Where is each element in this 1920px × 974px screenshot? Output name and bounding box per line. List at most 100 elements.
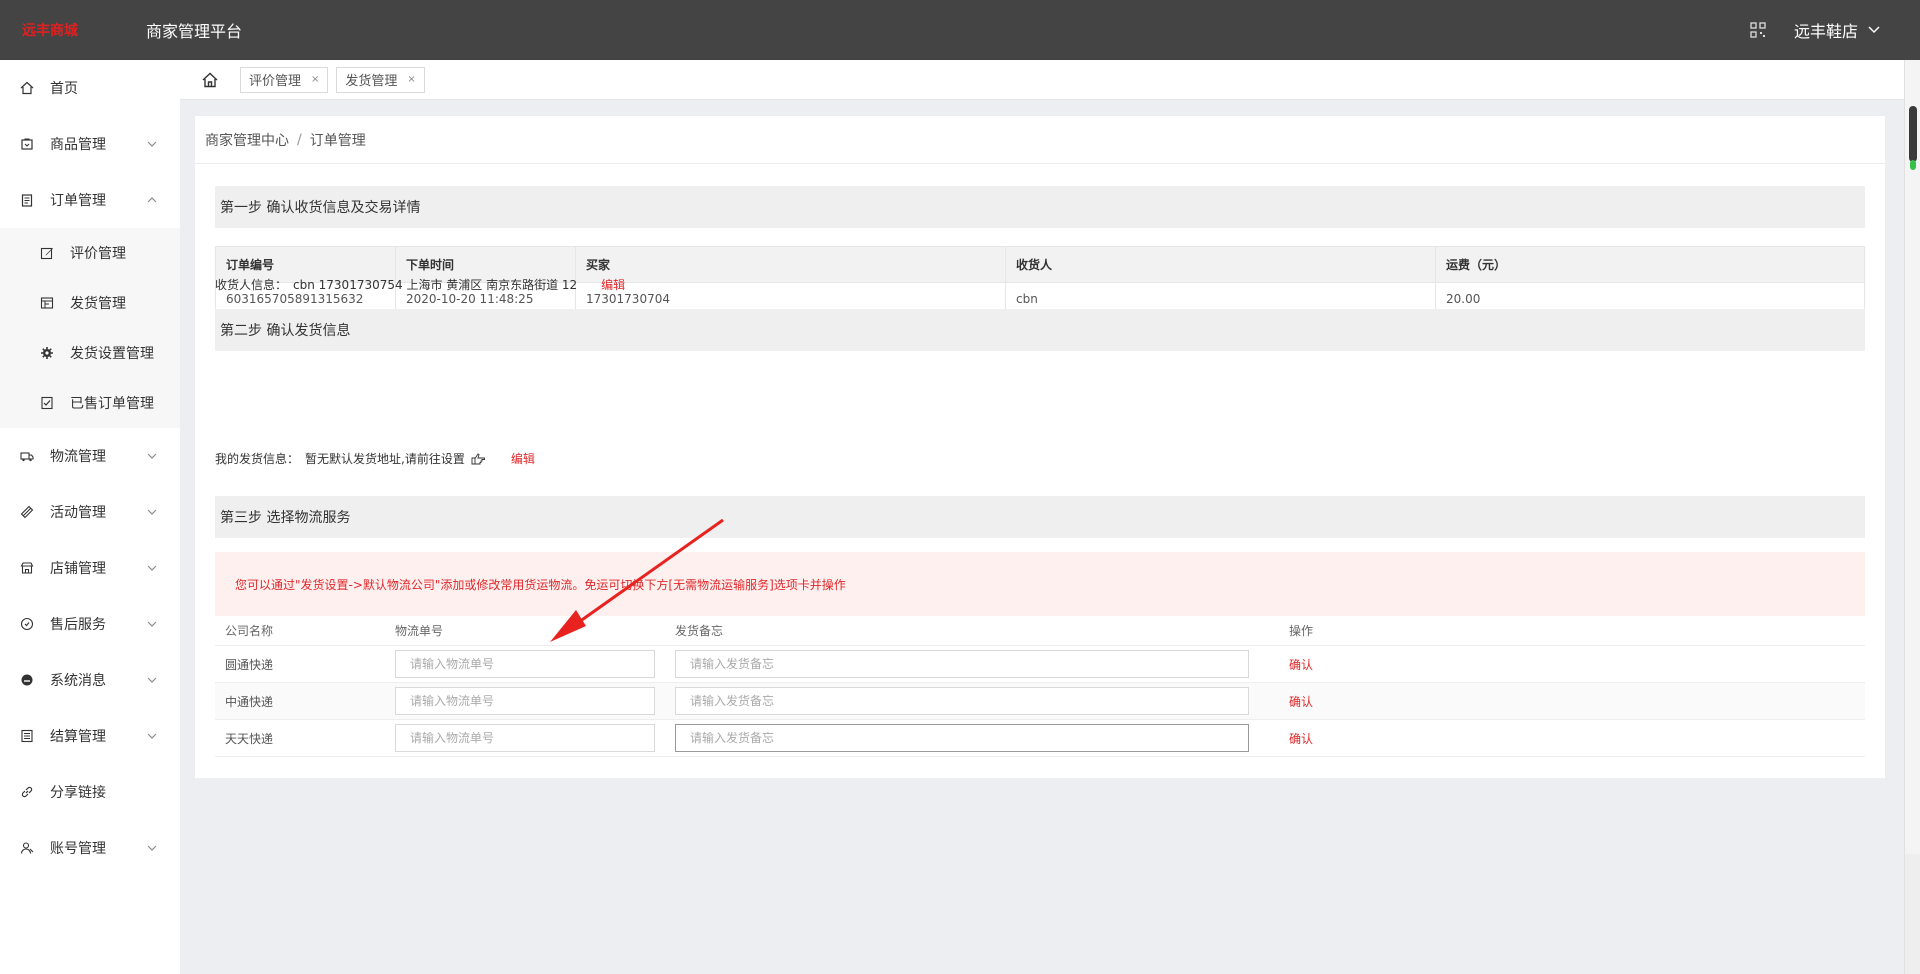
sidebar-item-label: 评价管理 [70, 246, 126, 262]
scrollbar-accent [1910, 160, 1916, 170]
link-icon [21, 786, 33, 798]
sidebar-item-share-link[interactable]: 分享链接 [0, 764, 180, 820]
sidebar-item-settlement[interactable]: 结算管理 [0, 708, 180, 764]
column-header: 公司名称 [225, 624, 274, 638]
logo-text: 远丰商城 [22, 23, 78, 39]
breadcrumb: 商家管理中心 / 订单管理 [195, 116, 1885, 164]
close-icon[interactable]: × [407, 74, 415, 85]
scrollbar-track-bottom [1905, 854, 1920, 974]
sidebar-item-label: 发货设置管理 [70, 346, 154, 362]
chevron-down-icon [147, 509, 157, 515]
sidebar-item-aftersale[interactable]: 售后服务 [0, 596, 180, 652]
sidebar-item-orders[interactable]: 订单管理 [0, 172, 180, 228]
pointing-hand-icon [471, 452, 485, 464]
logistics-notice: 您可以通过"发货设置->默认物流公司"添加或修改常用货运物流。免运可切换下方[无… [215, 552, 1865, 616]
chevron-down-icon [1868, 26, 1880, 34]
shipping-note-input[interactable] [675, 687, 1249, 715]
sidebar-item-label: 发货管理 [70, 296, 126, 312]
home-icon [20, 81, 34, 95]
sender-info-value: 暂无默认发货地址,请前往设置 [305, 452, 465, 466]
sidebar-item-ship-settings[interactable]: 发货设置管理 [0, 328, 180, 378]
sidebar-item-label: 首页 [50, 81, 78, 97]
close-icon[interactable]: × [311, 74, 319, 85]
tab-label: 评价管理 [249, 74, 302, 89]
sidebar-item-account[interactable]: 账号管理 [0, 820, 180, 876]
sidebar-item-sold-orders[interactable]: 已售订单管理 [0, 378, 180, 428]
sidebar-item-label: 订单管理 [50, 193, 106, 209]
confirm-button[interactable]: 确认 [1289, 695, 1313, 709]
sender-info: 我的发货信息： 暂无默认发货地址,请前往设置 编辑 [215, 450, 535, 467]
sidebar-item-label: 系统消息 [50, 673, 106, 689]
sidebar-item-shipping[interactable]: 发货管理 [0, 278, 180, 328]
edit-sender-link[interactable]: 编辑 [511, 450, 535, 467]
step2-title: 第二步 确认发货信息 [215, 309, 1865, 351]
sidebar-item-store[interactable]: 店铺管理 [0, 540, 180, 596]
shipping-note-input[interactable] [675, 724, 1249, 752]
order-icon [21, 194, 33, 207]
sidebar-item-label: 店铺管理 [50, 561, 106, 577]
column-header: 发货备忘 [675, 624, 724, 638]
confirm-button[interactable]: 确认 [1289, 732, 1313, 746]
tab-reviews[interactable]: 评价管理 × [240, 66, 329, 93]
sidebar-item-label: 商品管理 [50, 137, 106, 153]
sender-info-label: 我的发货信息： [215, 452, 300, 466]
sidebar-item-label: 物流管理 [50, 449, 106, 465]
tracking-number-input[interactable] [395, 650, 655, 678]
chevron-down-icon [147, 733, 157, 739]
page-scrollbar[interactable] [1904, 60, 1920, 974]
sidebar-item-goods[interactable]: 商品管理 [0, 116, 180, 172]
sidebar-item-label: 分享链接 [50, 785, 106, 801]
edit-receiver-link[interactable]: 编辑 [601, 276, 625, 293]
chevron-down-icon [147, 453, 157, 459]
chevron-down-icon [147, 845, 157, 851]
main-card: 商家管理中心 / 订单管理 第一步 确认收货信息及交易详情 订单编号 下单时间 … [195, 116, 1885, 778]
store-icon [20, 562, 34, 574]
sold-icon [41, 396, 53, 410]
chevron-down-icon [147, 621, 157, 627]
edit-icon [40, 247, 53, 260]
gear-icon [41, 347, 53, 359]
ship-icon [40, 297, 54, 309]
receiver-info-value: cbn 17301730754 上海市 黄浦区 南京东路街道 12 [293, 278, 578, 292]
table-row: 圆通快递 确认 [215, 646, 1865, 683]
logo[interactable]: 远丰商城 [22, 20, 130, 40]
chevron-up-icon [147, 197, 157, 203]
account-icon [20, 842, 34, 854]
column-header: 买家 [575, 246, 1006, 283]
shop-name: 远丰鞋店 [1793, 22, 1858, 41]
platform-title: 商家管理平台 [146, 22, 243, 41]
shop-menu[interactable]: 远丰鞋店 [1794, 18, 1880, 42]
tab-shipping[interactable]: 发货管理 × [336, 66, 425, 93]
tab-bar: 评价管理 × 发货管理 × [180, 60, 1904, 100]
confirm-button[interactable]: 确认 [1289, 658, 1313, 672]
shipping-note-input[interactable] [675, 650, 1249, 678]
sidebar-item-reviews[interactable]: 评价管理 [0, 228, 180, 278]
order-submenu: 评价管理 发货管理 发货设置管理 已售订单管理 [0, 228, 180, 428]
scrollbar-thumb[interactable] [1909, 106, 1917, 162]
aftersale-icon [20, 617, 34, 631]
chevron-down-icon [147, 677, 157, 683]
logistics-icon [20, 452, 34, 462]
receiver-info: 收货人信息： cbn 17301730754 上海市 黄浦区 南京东路街道 12… [215, 276, 625, 293]
qrcode-icon[interactable] [1750, 22, 1766, 38]
sidebar-item-logistics[interactable]: 物流管理 [0, 428, 180, 484]
tracking-number-input[interactable] [395, 724, 655, 752]
sidebar-item-label: 账号管理 [50, 841, 106, 857]
top-bar: 远丰商城 商家管理平台 远丰鞋店 [0, 0, 1920, 60]
sidebar-item-home[interactable]: 首页 [0, 60, 180, 116]
company-name: 中通快递 [225, 694, 274, 709]
breadcrumb-separator: / [297, 131, 302, 148]
sidebar-item-messages[interactable]: 系统消息 [0, 652, 180, 708]
tracking-number-input[interactable] [395, 687, 655, 715]
step3-title: 第三步 选择物流服务 [215, 496, 1865, 538]
company-name: 圆通快递 [225, 657, 274, 672]
chevron-down-icon [147, 565, 157, 571]
table-row: 中通快递 确认 [215, 683, 1865, 720]
home-tab-icon[interactable] [200, 70, 220, 90]
settlement-icon [21, 729, 33, 743]
breadcrumb-root[interactable]: 商家管理中心 [205, 130, 289, 150]
breadcrumb-current: 订单管理 [309, 132, 366, 149]
sidebar-item-label: 已售订单管理 [70, 396, 154, 412]
sidebar-item-activity[interactable]: 活动管理 [0, 484, 180, 540]
top-right-area: 远丰鞋店 [1750, 18, 1880, 42]
